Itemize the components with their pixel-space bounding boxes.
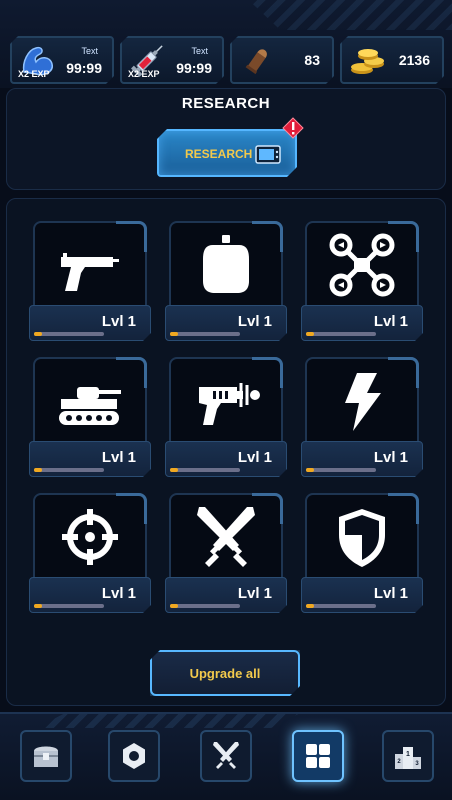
- nav-leaderboard[interactable]: 1 2 3: [382, 730, 434, 782]
- exp-boost-strength[interactable]: X2 EXP Text 99:99: [10, 36, 114, 84]
- tv-icon: [255, 143, 281, 165]
- coins-value: 2136: [398, 52, 430, 68]
- coins-counter[interactable]: 2136: [340, 36, 444, 84]
- drone-icon: [329, 233, 395, 297]
- level-plate: Lvl 1: [165, 441, 287, 477]
- bullets-value: 83: [304, 52, 320, 68]
- tank-icon: [59, 387, 121, 425]
- exp-label: X2 EXP: [128, 69, 160, 79]
- progress-bar: [306, 332, 376, 336]
- nav-chest[interactable]: [20, 730, 72, 782]
- level-plate: Lvl 1: [165, 305, 287, 341]
- progress-bar: [34, 604, 104, 608]
- boost-timer: 99:99: [176, 60, 212, 76]
- level-label: Lvl 1: [101, 449, 136, 466]
- upgrade-grid: Lvl 1 Lvl 1 Lvl 1 Lvl 1 Lvl 1 Lvl 1 Lvl …: [6, 198, 446, 706]
- upgrade-card-lightning[interactable]: Lvl 1: [301, 357, 423, 479]
- boost-text: Text: [81, 46, 98, 56]
- gold-coins-icon: [348, 42, 388, 78]
- upgrade-card-pistol[interactable]: Lvl 1: [29, 221, 151, 343]
- progress-bar: [306, 604, 376, 608]
- pistol-icon: [61, 253, 119, 291]
- svg-text:1: 1: [406, 751, 410, 758]
- level-label: Lvl 1: [237, 313, 272, 330]
- upgrade-card-crosshair[interactable]: Lvl 1: [29, 493, 151, 615]
- research-button-label: RESEARCH: [185, 147, 253, 161]
- level-plate: Lvl 1: [301, 305, 423, 341]
- upgrade-card-swords[interactable]: Lvl 1: [165, 493, 287, 615]
- hex-nut-icon: [123, 743, 145, 769]
- upgrade-card-shield[interactable]: Lvl 1: [301, 493, 423, 615]
- treasure-chest-icon: [34, 746, 58, 767]
- alert-badge-icon: [282, 117, 304, 139]
- upgrade-card-tank[interactable]: Lvl 1: [29, 357, 151, 479]
- shield-icon: [339, 509, 385, 567]
- upgrade-all-button[interactable]: Upgrade all: [150, 650, 300, 696]
- grid-icon: [306, 744, 330, 768]
- exp-label: X2 EXP: [18, 69, 50, 79]
- boost-text: Text: [191, 46, 208, 56]
- progress-bar: [34, 332, 104, 336]
- level-label: Lvl 1: [101, 585, 136, 602]
- level-label: Lvl 1: [237, 585, 272, 602]
- progress-bar: [170, 332, 240, 336]
- progress-bar: [170, 468, 240, 472]
- research-button[interactable]: RESEARCH: [157, 129, 297, 177]
- progress-bar: [170, 604, 240, 608]
- upgrade-all-label: Upgrade all: [189, 666, 261, 681]
- exp-boost-syringe[interactable]: X2 EXP Text 99:99: [120, 36, 224, 84]
- crossed-swords-icon: [213, 742, 239, 769]
- bullet-icon: [238, 42, 278, 78]
- bottom-nav: 1 2 3: [0, 712, 452, 800]
- bullets-counter[interactable]: 83: [230, 36, 334, 84]
- ray-gun-icon: [199, 383, 260, 425]
- boost-timer: 99:99: [66, 60, 102, 76]
- grenade-icon: [203, 235, 249, 293]
- upgrade-card-ray-gun[interactable]: Lvl 1: [165, 357, 287, 479]
- lightning-icon: [345, 373, 381, 431]
- level-plate: Lvl 1: [29, 305, 151, 341]
- crossed-swords-icon: [197, 507, 255, 567]
- nav-upgrades-gear[interactable]: [108, 730, 160, 782]
- level-label: Lvl 1: [373, 449, 408, 466]
- crosshair-icon: [62, 509, 118, 565]
- nav-research-grid[interactable]: [292, 730, 344, 782]
- podium-icon: 1 2 3: [395, 747, 421, 769]
- level-plate: Lvl 1: [29, 441, 151, 477]
- progress-bar: [34, 468, 104, 472]
- research-title: RESEARCH: [181, 95, 271, 112]
- level-label: Lvl 1: [101, 313, 136, 330]
- research-panel: RESEARCH RESEARCH: [6, 88, 446, 190]
- level-plate: Lvl 1: [301, 441, 423, 477]
- top-bar: X2 EXP Text 99:99 X2 EXP Text 99:99 83 2…: [0, 0, 452, 88]
- progress-bar: [306, 468, 376, 472]
- level-label: Lvl 1: [373, 585, 408, 602]
- upgrade-card-grenade[interactable]: Lvl 1: [165, 221, 287, 343]
- level-plate: Lvl 1: [301, 577, 423, 613]
- nav-battle[interactable]: [200, 730, 252, 782]
- level-plate: Lvl 1: [29, 577, 151, 613]
- level-label: Lvl 1: [237, 449, 272, 466]
- level-plate: Lvl 1: [165, 577, 287, 613]
- upgrade-card-drone[interactable]: Lvl 1: [301, 221, 423, 343]
- level-label: Lvl 1: [373, 313, 408, 330]
